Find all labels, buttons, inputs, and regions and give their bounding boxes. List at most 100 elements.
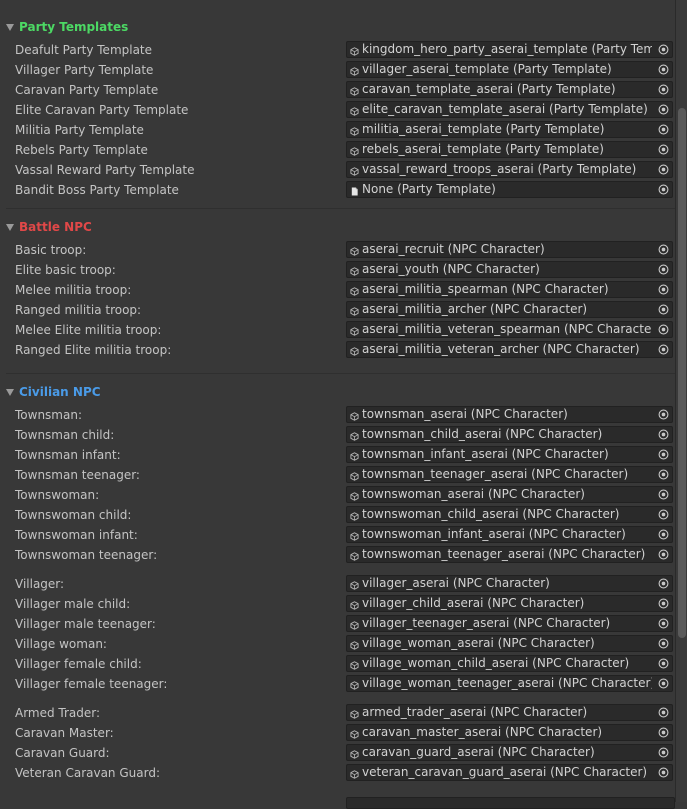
prefab-icon: [350, 45, 359, 56]
object-field-villager-male-child[interactable]: villager_child_aserai (NPC Character): [346, 595, 673, 612]
object-field-caravan-master[interactable]: caravan_master_aserai (NPC Character): [346, 724, 673, 741]
object-picker-icon[interactable]: [654, 262, 672, 277]
property-label: Villager female teenager:: [15, 677, 168, 691]
object-field-townswoman-teenager[interactable]: townswoman_teenager_aserai (NPC Characte…: [346, 546, 673, 563]
object-field-caravan-guard[interactable]: caravan_guard_aserai (NPC Character): [346, 744, 673, 761]
object-picker-icon[interactable]: [654, 322, 672, 337]
vertical-scrollbar[interactable]: [675, 0, 687, 802]
prefab-icon: [350, 430, 359, 441]
object-field-townswoman[interactable]: townswoman_aserai (NPC Character): [346, 486, 673, 503]
scrollbar-thumb[interactable]: [678, 108, 686, 638]
object-picker-icon[interactable]: [654, 427, 672, 442]
object-picker-icon[interactable]: [654, 765, 672, 780]
object-picker-icon[interactable]: [654, 242, 672, 257]
object-field-value: caravan_template_aserai (Party Template): [362, 82, 616, 96]
object-picker-icon[interactable]: [654, 282, 672, 297]
object-field-elite-caravan-party-template[interactable]: elite_caravan_template_aserai (Party Tem…: [346, 101, 673, 118]
section-header-civilian-npc[interactable]: Civilian NPC: [0, 382, 676, 402]
object-picker-icon[interactable]: [654, 447, 672, 462]
object-field-ranged-militia-troop[interactable]: aserai_militia_archer (NPC Character): [346, 301, 673, 318]
property-label: Townsman child:: [15, 428, 115, 442]
property-row-bandit-boss-party-template: Bandit Boss Party Template None (Party Te…: [0, 180, 676, 200]
object-field-townsman-teenager[interactable]: townsman_teenager_aserai (NPC Character): [346, 466, 673, 483]
object-field-rebels-party-template[interactable]: rebels_aserai_template (Party Template): [346, 141, 673, 158]
object-field-value: aserai_militia_veteran_spearman (NPC Cha…: [362, 322, 652, 336]
object-field-value: townsman_teenager_aserai (NPC Character): [362, 467, 629, 481]
object-field-caravan-party-template[interactable]: caravan_template_aserai (Party Template): [346, 81, 673, 98]
object-field-villager[interactable]: villager_aserai (NPC Character): [346, 575, 673, 592]
object-field-value: elite_caravan_template_aserai (Party Tem…: [362, 102, 648, 116]
object-field-value: veteran_caravan_guard_aserai (NPC Charac…: [362, 765, 648, 779]
property-label: Caravan Guard:: [15, 746, 110, 760]
property-label: Townsman infant:: [15, 448, 121, 462]
property-row-villager-male-child: Villager male child: villager_child_asera…: [0, 594, 676, 614]
object-field-veteran-caravan-guard[interactable]: veteran_caravan_guard_aserai (NPC Charac…: [346, 764, 673, 781]
object-field-elite-basic-troop[interactable]: aserai_youth (NPC Character): [346, 261, 673, 278]
prefab-icon: [350, 410, 359, 421]
object-field-melee-elite-militia-troop[interactable]: aserai_militia_veteran_spearman (NPC Cha…: [346, 321, 673, 338]
object-picker-icon[interactable]: [654, 42, 672, 57]
section-header-party-templates[interactable]: Party Templates: [0, 17, 676, 37]
property-label: Ranged Elite militia troop:: [15, 343, 172, 357]
object-field-townswoman-infant[interactable]: townswoman_infant_aserai (NPC Character): [346, 526, 673, 543]
object-field-villager-female-child[interactable]: village_woman_child_aserai (NPC Characte…: [346, 655, 673, 672]
object-picker-icon[interactable]: [654, 102, 672, 117]
object-picker-icon[interactable]: [654, 596, 672, 611]
object-picker-icon[interactable]: [654, 616, 672, 631]
object-field-bandit-boss-party-template[interactable]: None (Party Template): [346, 181, 673, 198]
object-field-townsman-infant[interactable]: townsman_infant_aserai (NPC Character): [346, 446, 673, 463]
object-field-villager-male-teenager[interactable]: villager_teenager_aserai (NPC Character): [346, 615, 673, 632]
object-picker-icon[interactable]: [654, 547, 672, 562]
prefab-icon: [350, 530, 359, 541]
object-field-townsman[interactable]: townsman_aserai (NPC Character): [346, 406, 673, 423]
object-field-partial[interactable]: [346, 797, 675, 809]
object-picker-icon[interactable]: [654, 302, 672, 317]
object-picker-icon[interactable]: [654, 342, 672, 357]
object-field-villager-female-teenager[interactable]: village_woman_teenager_aserai (NPC Chara…: [346, 675, 673, 692]
object-picker-icon[interactable]: [654, 162, 672, 177]
object-field-village-woman[interactable]: village_woman_aserai (NPC Character): [346, 635, 673, 652]
object-picker-icon[interactable]: [654, 82, 672, 97]
object-field-villager-party-template[interactable]: villager_aserai_template (Party Template…: [346, 61, 673, 78]
object-picker-icon[interactable]: [654, 527, 672, 542]
object-field-ranged-elite-militia-troop[interactable]: aserai_militia_veteran_archer (NPC Chara…: [346, 341, 673, 358]
object-field-melee-militia-troop[interactable]: aserai_militia_spearman (NPC Character): [346, 281, 673, 298]
object-picker-icon[interactable]: [654, 467, 672, 482]
object-field-value: townsman_infant_aserai (NPC Character): [362, 447, 609, 461]
object-picker-icon[interactable]: [654, 487, 672, 502]
object-field-militia-party-template[interactable]: militia_aserai_template (Party Template): [346, 121, 673, 138]
foldout-arrow-icon[interactable]: [6, 23, 14, 31]
object-field-vassal-reward-party-template[interactable]: vassal_reward_troops_aserai (Party Templ…: [346, 161, 673, 178]
object-field-deafult-party-template[interactable]: kingdom_hero_party_aserai_template (Part…: [346, 41, 673, 58]
object-field-armed-trader[interactable]: armed_trader_aserai (NPC Character): [346, 704, 673, 721]
object-field-basic-troop[interactable]: aserai_recruit (NPC Character): [346, 241, 673, 258]
object-field-value: aserai_recruit (NPC Character): [362, 242, 545, 256]
object-picker-icon[interactable]: [654, 407, 672, 422]
object-picker-icon[interactable]: [654, 676, 672, 691]
object-picker-icon[interactable]: [654, 182, 672, 197]
object-picker-icon[interactable]: [654, 507, 672, 522]
prefab-icon: [350, 599, 359, 610]
object-picker-icon[interactable]: [654, 636, 672, 651]
object-picker-icon[interactable]: [654, 745, 672, 760]
object-field-value: caravan_guard_aserai (NPC Character): [362, 745, 595, 759]
object-picker-icon[interactable]: [654, 62, 672, 77]
object-picker-icon[interactable]: [654, 142, 672, 157]
object-picker-icon[interactable]: [654, 705, 672, 720]
property-label: Townswoman:: [15, 488, 100, 502]
object-picker-icon[interactable]: [654, 656, 672, 671]
property-label: Melee militia troop:: [15, 283, 132, 297]
object-picker-icon[interactable]: [654, 576, 672, 591]
object-picker-icon[interactable]: [654, 725, 672, 740]
prefab-icon: [350, 619, 359, 630]
property-row-caravan-party-template: Caravan Party Template caravan_template_a…: [0, 80, 676, 100]
prefab-icon: [350, 85, 359, 96]
property-row-villager-female-child: Villager female child: village_woman_chil…: [0, 654, 676, 674]
object-field-townswoman-child[interactable]: townswoman_child_aserai (NPC Character): [346, 506, 673, 523]
foldout-arrow-icon[interactable]: [6, 223, 14, 231]
object-picker-icon[interactable]: [654, 122, 672, 137]
section-header-battle-npc[interactable]: Battle NPC: [0, 217, 676, 237]
prefab-icon: [350, 145, 359, 156]
object-field-townsman-child[interactable]: townsman_child_aserai (NPC Character): [346, 426, 673, 443]
foldout-arrow-icon[interactable]: [6, 388, 14, 396]
